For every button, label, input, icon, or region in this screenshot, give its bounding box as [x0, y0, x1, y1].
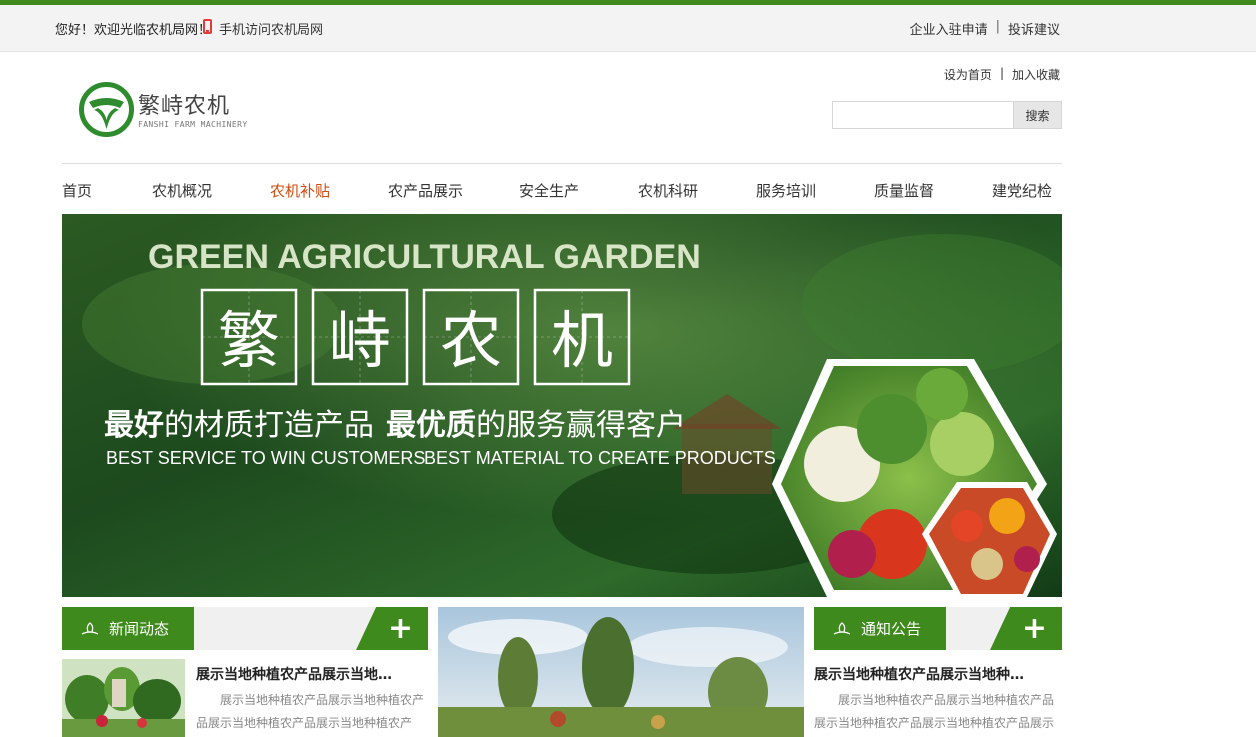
slogan-bold-2: 最优质: [386, 408, 476, 443]
topbar-separator: |: [995, 19, 1000, 34]
banner-sub-en-2: BEST MATERIAL TO CREATE PRODUCTS: [424, 448, 776, 468]
banner-char-3: 农: [440, 304, 502, 377]
main-nav: 首页 农机概况 农机补贴 农产品展示 安全生产 农机科研 服务培训 质量监督 建…: [62, 180, 1062, 202]
notice-tab-label: 通知公告: [861, 620, 922, 638]
news-thumbnail[interactable]: [62, 659, 185, 737]
news-tab-label: 新闻动态: [109, 620, 170, 638]
nav-item-quality[interactable]: 质量监督: [874, 180, 934, 201]
notice-more-button[interactable]: +: [990, 607, 1062, 650]
banner-char-4: 机: [551, 304, 613, 377]
nav-item-overview[interactable]: 农机概况: [152, 180, 212, 201]
nav-item-home[interactable]: 首页: [62, 180, 92, 201]
nav-item-party[interactable]: 建党纪检: [992, 180, 1052, 201]
garden-image: [62, 659, 185, 737]
logo-name: 繁峙农机: [138, 94, 231, 119]
logo-subtitle: FANSHI FARM MACHINERY: [138, 120, 248, 129]
nav-item-products[interactable]: 农产品展示: [388, 180, 463, 201]
plant-icon: [81, 621, 99, 635]
mobile-access-link[interactable]: 手机访问农机局网: [219, 19, 323, 38]
center-photo[interactable]: [438, 607, 804, 737]
enterprise-apply-link[interactable]: 企业入驻申请: [910, 19, 988, 38]
slogan-rest-2: 的服务赢得客户: [476, 408, 686, 443]
nav-item-subsidy[interactable]: 农机补贴: [270, 180, 330, 201]
mobile-phone-icon: [203, 19, 212, 34]
slogan-rest-1: 的材质打造产品: [164, 408, 374, 443]
hero-banner[interactable]: GREEN AGRICULTURAL GARDEN 繁 峙 农 机 最好的材质打…: [62, 214, 1062, 597]
nav-divider: [62, 163, 1062, 164]
top-bar: 您好！欢迎光临农机局网！ 手机访问农机局网 企业入驻申请 | 投诉建议: [0, 5, 1256, 52]
plus-icon: +: [387, 611, 413, 646]
news-item-title[interactable]: 展示当地种植农产品展示当地…: [196, 664, 416, 684]
topbar-links: 企业入驻申请 | 投诉建议: [910, 19, 1060, 38]
banner-char-2: 峙: [329, 304, 391, 377]
utility-separator: |: [999, 66, 1004, 80]
slogan-bold-1: 最好: [104, 408, 164, 443]
utility-links: 设为首页 | 加入收藏: [944, 66, 1060, 83]
plant-icon: [833, 621, 851, 635]
plus-icon: +: [1021, 611, 1047, 646]
news-more-button[interactable]: +: [356, 607, 428, 650]
news-section-header: 新闻动态 +: [62, 607, 428, 650]
logo-icon[interactable]: [79, 82, 134, 137]
add-favorite-link[interactable]: 加入收藏: [1012, 66, 1060, 83]
news-tab[interactable]: 新闻动态: [62, 607, 194, 650]
banner-char-1: 繁: [218, 304, 280, 377]
notice-section-header: 通知公告 +: [814, 607, 1062, 650]
complaint-link[interactable]: 投诉建议: [1008, 19, 1060, 38]
banner-graphic: GREEN AGRICULTURAL GARDEN 繁 峙 农 机 最好的材质打…: [62, 214, 1062, 597]
banner-slogan: 最好的材质打造产品 最优质的服务赢得客户: [104, 408, 686, 443]
search-button[interactable]: 搜索: [1013, 101, 1062, 129]
news-item-desc: 展示当地种植农产品展示当地种植农产品展示当地种植农产品展示当地种植农产: [196, 693, 425, 730]
welcome-text: 您好！欢迎光临农机局网！: [55, 23, 212, 38]
nav-item-research[interactable]: 农机科研: [638, 180, 698, 201]
set-homepage-link[interactable]: 设为首页: [944, 66, 992, 83]
notice-item-title[interactable]: 展示当地种植农产品展示当地种…: [814, 664, 1044, 684]
notice-tab[interactable]: 通知公告: [814, 607, 946, 650]
banner-headline-en: GREEN AGRICULTURAL GARDEN: [148, 238, 701, 276]
search-input[interactable]: [832, 101, 1014, 129]
banner-sub-en-1: BEST SERVICE TO WIN CUSTOMERS: [106, 448, 425, 468]
park-image: [438, 607, 804, 737]
nav-item-safety[interactable]: 安全生产: [519, 180, 579, 201]
notice-item-desc: 展示当地种植农产品展示当地种植农产品展示当地种植农产品展示当地种植农产品展示: [814, 693, 1055, 730]
nav-item-training[interactable]: 服务培训: [756, 180, 816, 201]
